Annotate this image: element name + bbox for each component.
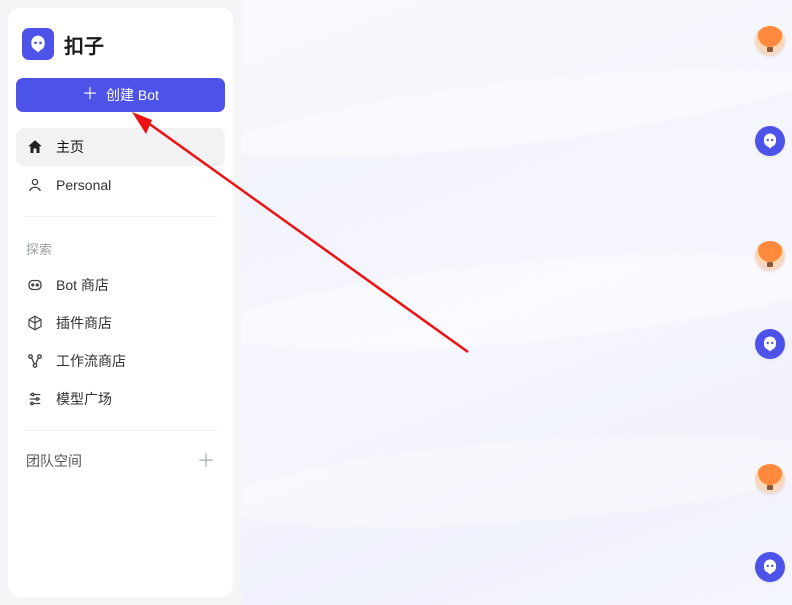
- create-bot-label: 创建 Bot: [106, 85, 159, 105]
- add-team-icon[interactable]: ＋: [197, 452, 215, 470]
- nav-home[interactable]: 主页: [16, 128, 225, 166]
- main-canvas: [241, 0, 792, 605]
- plus-icon: ＋: [82, 87, 98, 103]
- logo-row: 扣子: [16, 24, 225, 74]
- app-name: 扣子: [64, 30, 104, 59]
- nav-personal-label: Personal: [56, 177, 111, 193]
- nav-plugin-store[interactable]: 插件商店: [16, 304, 225, 342]
- create-bot-button[interactable]: ＋ 创建 Bot: [16, 78, 225, 112]
- dock-avatar-2[interactable]: [755, 241, 785, 271]
- sliders-icon: [26, 390, 44, 408]
- nav-bot-store[interactable]: Bot 商店: [16, 266, 225, 304]
- nav-personal[interactable]: Personal: [16, 166, 225, 204]
- explore-section-label: 探索: [16, 229, 225, 266]
- nav-workflow-store-label: 工作流商店: [56, 351, 126, 371]
- sidebar: 扣子 ＋ 创建 Bot 主页 Personal 探索 Bot 商店 插件商店 工…: [8, 8, 233, 597]
- dock-bot-3[interactable]: [755, 552, 785, 582]
- dock-bot-2[interactable]: [755, 329, 785, 359]
- nav-workflow-store[interactable]: 工作流商店: [16, 342, 225, 380]
- team-space-row[interactable]: 团队空间 ＋: [16, 443, 225, 479]
- right-dock: [748, 0, 792, 605]
- nav-bot-store-label: Bot 商店: [56, 275, 109, 295]
- person-icon: [26, 176, 44, 194]
- nav-model-square[interactable]: 模型广场: [16, 380, 225, 418]
- app-logo-icon: [22, 28, 54, 60]
- cube-icon: [26, 314, 44, 332]
- bot-icon: [26, 276, 44, 294]
- nav-plugin-store-label: 插件商店: [56, 313, 112, 333]
- dock-avatar-1[interactable]: [755, 26, 785, 56]
- divider: [24, 216, 217, 217]
- nav-home-label: 主页: [56, 137, 84, 157]
- dock-avatar-3[interactable]: [755, 464, 785, 494]
- home-icon: [26, 138, 44, 156]
- team-space-label: 团队空间: [26, 451, 82, 471]
- nav-model-square-label: 模型广场: [56, 389, 112, 409]
- workflow-icon: [26, 352, 44, 370]
- dock-bot-1[interactable]: [755, 126, 785, 156]
- divider: [24, 430, 217, 431]
